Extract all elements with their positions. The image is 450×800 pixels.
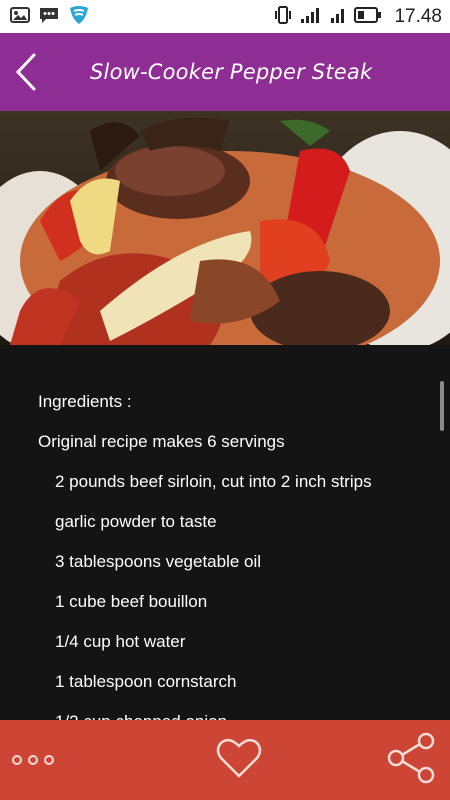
ingredient-item: 2 pounds beef sirloin, cut into 2 inch s… bbox=[55, 472, 372, 491]
dot bbox=[12, 755, 22, 765]
status-right: 17.48 bbox=[274, 5, 442, 29]
dot bbox=[44, 755, 54, 765]
recipe-image bbox=[0, 111, 450, 345]
servings-text: Original recipe makes 6 servings bbox=[38, 432, 285, 451]
back-button[interactable] bbox=[2, 33, 48, 111]
share-icon bbox=[387, 732, 435, 784]
vpn-shield-icon bbox=[68, 5, 90, 29]
ingredient-item: garlic powder to taste bbox=[55, 512, 217, 531]
page-title: Slow-Cooker Pepper Steak bbox=[90, 60, 373, 84]
ingredient-item: 1/2 cup chopped onion bbox=[55, 712, 227, 720]
battery-icon bbox=[354, 6, 382, 27]
signal-icon bbox=[330, 6, 346, 28]
ingredient-item: 1 cube beef bouillon bbox=[55, 592, 208, 611]
recipe-content[interactable]: Ingredients : Original recipe makes 6 se… bbox=[0, 345, 450, 720]
ingredients-heading: Ingredients : bbox=[38, 392, 132, 411]
more-dots-icon[interactable] bbox=[12, 755, 54, 765]
vibrate-icon bbox=[274, 5, 292, 29]
chat-icon bbox=[38, 6, 60, 28]
ingredient-item: 1 tablespoon cornstarch bbox=[55, 672, 237, 691]
scrollbar[interactable] bbox=[440, 381, 444, 431]
chevron-left-icon bbox=[15, 53, 36, 91]
app-bar: Slow-Cooker Pepper Steak bbox=[0, 33, 450, 111]
ingredient-item: 1/4 cup hot water bbox=[55, 632, 186, 651]
like-button[interactable] bbox=[215, 736, 263, 784]
bottom-bar bbox=[0, 720, 450, 800]
signal-icon bbox=[300, 6, 322, 28]
heart-outline-icon bbox=[216, 738, 262, 778]
status-left bbox=[10, 5, 90, 29]
clock: 17.48 bbox=[394, 5, 442, 27]
dot bbox=[28, 755, 38, 765]
ingredient-item: 3 tablespoons vegetable oil bbox=[55, 552, 262, 571]
share-button[interactable] bbox=[384, 731, 438, 789]
status-bar: 17.48 bbox=[0, 0, 450, 33]
image-icon bbox=[10, 6, 30, 27]
